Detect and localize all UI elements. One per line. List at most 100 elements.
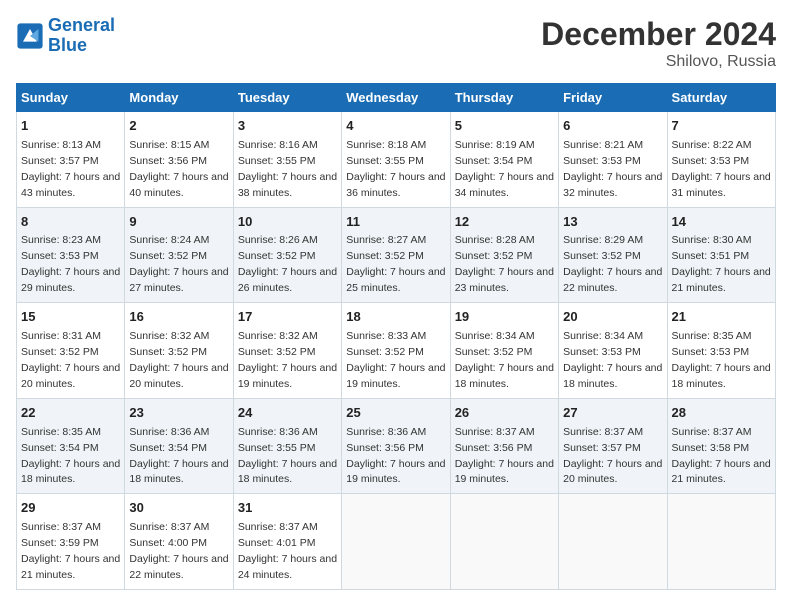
- sunrise-text: Sunrise: 8:30 AM: [672, 234, 752, 246]
- day-number: 27: [563, 404, 662, 423]
- day-number: 19: [455, 308, 554, 327]
- weekday-header-saturday: Saturday: [667, 84, 775, 112]
- sunset-text: Sunset: 3:52 PM: [346, 346, 424, 358]
- day-number: 13: [563, 213, 662, 232]
- day-number: 17: [238, 308, 337, 327]
- sunset-text: Sunset: 3:52 PM: [21, 346, 99, 358]
- day-cell-19: 19Sunrise: 8:34 AMSunset: 3:52 PMDayligh…: [450, 303, 558, 399]
- day-number: 29: [21, 499, 120, 518]
- daylight-text: Daylight: 7 hours and 29 minutes.: [21, 266, 120, 294]
- sunrise-text: Sunrise: 8:36 AM: [238, 426, 318, 438]
- empty-cell: [559, 494, 667, 590]
- daylight-text: Daylight: 7 hours and 40 minutes.: [129, 171, 228, 199]
- sunrise-text: Sunrise: 8:37 AM: [563, 426, 643, 438]
- sunrise-text: Sunrise: 8:34 AM: [455, 330, 535, 342]
- day-cell-9: 9Sunrise: 8:24 AMSunset: 3:52 PMDaylight…: [125, 207, 233, 303]
- sunrise-text: Sunrise: 8:15 AM: [129, 139, 209, 151]
- daylight-text: Daylight: 7 hours and 19 minutes.: [346, 458, 445, 486]
- sunset-text: Sunset: 3:59 PM: [21, 537, 99, 549]
- sunrise-text: Sunrise: 8:32 AM: [129, 330, 209, 342]
- empty-cell: [450, 494, 558, 590]
- sunset-text: Sunset: 3:52 PM: [238, 250, 316, 262]
- day-cell-23: 23Sunrise: 8:36 AMSunset: 3:54 PMDayligh…: [125, 398, 233, 494]
- daylight-text: Daylight: 7 hours and 20 minutes.: [21, 362, 120, 390]
- day-number: 31: [238, 499, 337, 518]
- sunrise-text: Sunrise: 8:28 AM: [455, 234, 535, 246]
- day-number: 30: [129, 499, 228, 518]
- sunset-text: Sunset: 4:00 PM: [129, 537, 207, 549]
- day-number: 24: [238, 404, 337, 423]
- empty-cell: [342, 494, 450, 590]
- daylight-text: Daylight: 7 hours and 19 minutes.: [238, 362, 337, 390]
- daylight-text: Daylight: 7 hours and 22 minutes.: [563, 266, 662, 294]
- day-cell-11: 11Sunrise: 8:27 AMSunset: 3:52 PMDayligh…: [342, 207, 450, 303]
- day-number: 16: [129, 308, 228, 327]
- sunset-text: Sunset: 3:53 PM: [563, 155, 641, 167]
- day-cell-12: 12Sunrise: 8:28 AMSunset: 3:52 PMDayligh…: [450, 207, 558, 303]
- logo-text: General Blue: [48, 16, 115, 56]
- day-cell-31: 31Sunrise: 8:37 AMSunset: 4:01 PMDayligh…: [233, 494, 341, 590]
- sunrise-text: Sunrise: 8:18 AM: [346, 139, 426, 151]
- sunset-text: Sunset: 3:53 PM: [672, 155, 750, 167]
- day-cell-28: 28Sunrise: 8:37 AMSunset: 3:58 PMDayligh…: [667, 398, 775, 494]
- day-cell-26: 26Sunrise: 8:37 AMSunset: 3:56 PMDayligh…: [450, 398, 558, 494]
- day-cell-24: 24Sunrise: 8:36 AMSunset: 3:55 PMDayligh…: [233, 398, 341, 494]
- sunrise-text: Sunrise: 8:19 AM: [455, 139, 535, 151]
- day-cell-30: 30Sunrise: 8:37 AMSunset: 4:00 PMDayligh…: [125, 494, 233, 590]
- sunrise-text: Sunrise: 8:31 AM: [21, 330, 101, 342]
- page-header: General Blue December 2024 Shilovo, Russ…: [16, 16, 776, 71]
- day-number: 1: [21, 117, 120, 136]
- sunrise-text: Sunrise: 8:34 AM: [563, 330, 643, 342]
- day-cell-20: 20Sunrise: 8:34 AMSunset: 3:53 PMDayligh…: [559, 303, 667, 399]
- daylight-text: Daylight: 7 hours and 34 minutes.: [455, 171, 554, 199]
- sunset-text: Sunset: 3:52 PM: [455, 346, 533, 358]
- sunrise-text: Sunrise: 8:22 AM: [672, 139, 752, 151]
- logo-icon: [16, 22, 44, 50]
- day-cell-6: 6Sunrise: 8:21 AMSunset: 3:53 PMDaylight…: [559, 112, 667, 208]
- day-cell-21: 21Sunrise: 8:35 AMSunset: 3:53 PMDayligh…: [667, 303, 775, 399]
- sunrise-text: Sunrise: 8:37 AM: [455, 426, 535, 438]
- day-number: 3: [238, 117, 337, 136]
- daylight-text: Daylight: 7 hours and 21 minutes.: [672, 266, 771, 294]
- month-title: December 2024: [541, 16, 776, 53]
- day-number: 11: [346, 213, 445, 232]
- day-number: 28: [672, 404, 771, 423]
- sunrise-text: Sunrise: 8:37 AM: [238, 521, 318, 533]
- sunrise-text: Sunrise: 8:16 AM: [238, 139, 318, 151]
- sunrise-text: Sunrise: 8:32 AM: [238, 330, 318, 342]
- sunset-text: Sunset: 4:01 PM: [238, 537, 316, 549]
- day-number: 6: [563, 117, 662, 136]
- logo-line1: General: [48, 15, 115, 35]
- day-cell-29: 29Sunrise: 8:37 AMSunset: 3:59 PMDayligh…: [17, 494, 125, 590]
- sunrise-text: Sunrise: 8:36 AM: [346, 426, 426, 438]
- day-cell-16: 16Sunrise: 8:32 AMSunset: 3:52 PMDayligh…: [125, 303, 233, 399]
- daylight-text: Daylight: 7 hours and 26 minutes.: [238, 266, 337, 294]
- sunset-text: Sunset: 3:51 PM: [672, 250, 750, 262]
- weekday-header-row: SundayMondayTuesdayWednesdayThursdayFrid…: [17, 84, 776, 112]
- sunset-text: Sunset: 3:56 PM: [129, 155, 207, 167]
- sunset-text: Sunset: 3:57 PM: [21, 155, 99, 167]
- week-row-5: 29Sunrise: 8:37 AMSunset: 3:59 PMDayligh…: [17, 494, 776, 590]
- sunset-text: Sunset: 3:53 PM: [21, 250, 99, 262]
- sunset-text: Sunset: 3:52 PM: [238, 346, 316, 358]
- day-cell-25: 25Sunrise: 8:36 AMSunset: 3:56 PMDayligh…: [342, 398, 450, 494]
- day-number: 14: [672, 213, 771, 232]
- sunset-text: Sunset: 3:53 PM: [563, 346, 641, 358]
- day-cell-7: 7Sunrise: 8:22 AMSunset: 3:53 PMDaylight…: [667, 112, 775, 208]
- weekday-header-sunday: Sunday: [17, 84, 125, 112]
- week-row-2: 8Sunrise: 8:23 AMSunset: 3:53 PMDaylight…: [17, 207, 776, 303]
- weekday-header-friday: Friday: [559, 84, 667, 112]
- day-number: 12: [455, 213, 554, 232]
- sunset-text: Sunset: 3:56 PM: [346, 442, 424, 454]
- day-number: 20: [563, 308, 662, 327]
- day-cell-10: 10Sunrise: 8:26 AMSunset: 3:52 PMDayligh…: [233, 207, 341, 303]
- sunset-text: Sunset: 3:52 PM: [129, 346, 207, 358]
- day-number: 8: [21, 213, 120, 232]
- day-cell-1: 1Sunrise: 8:13 AMSunset: 3:57 PMDaylight…: [17, 112, 125, 208]
- sunrise-text: Sunrise: 8:37 AM: [21, 521, 101, 533]
- week-row-1: 1Sunrise: 8:13 AMSunset: 3:57 PMDaylight…: [17, 112, 776, 208]
- sunset-text: Sunset: 3:53 PM: [672, 346, 750, 358]
- location: Shilovo, Russia: [541, 53, 776, 71]
- daylight-text: Daylight: 7 hours and 18 minutes.: [238, 458, 337, 486]
- day-cell-5: 5Sunrise: 8:19 AMSunset: 3:54 PMDaylight…: [450, 112, 558, 208]
